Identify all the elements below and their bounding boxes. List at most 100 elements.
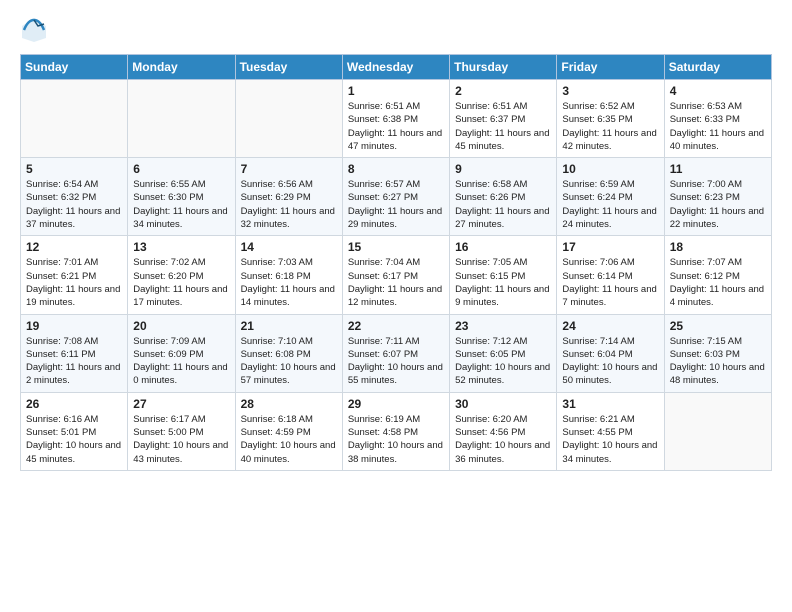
calendar-cell: 7Sunrise: 6:56 AMSunset: 6:29 PMDaylight… <box>235 158 342 236</box>
day-info: Sunset: 6:14 PM <box>562 270 658 283</box>
day-info: Daylight: 11 hours and 32 minutes. <box>241 205 337 232</box>
calendar-cell <box>128 80 235 158</box>
day-number: 20 <box>133 319 229 333</box>
day-number: 31 <box>562 397 658 411</box>
day-info: Sunset: 4:59 PM <box>241 426 337 439</box>
day-info: Sunset: 6:26 PM <box>455 191 551 204</box>
weekday-header-wednesday: Wednesday <box>342 55 449 80</box>
day-info: Sunrise: 6:21 AM <box>562 413 658 426</box>
day-info: Daylight: 11 hours and 4 minutes. <box>670 283 766 310</box>
calendar-cell: 4Sunrise: 6:53 AMSunset: 6:33 PMDaylight… <box>664 80 771 158</box>
calendar-cell: 9Sunrise: 6:58 AMSunset: 6:26 PMDaylight… <box>450 158 557 236</box>
day-number: 4 <box>670 84 766 98</box>
calendar-cell: 31Sunrise: 6:21 AMSunset: 4:55 PMDayligh… <box>557 392 664 470</box>
day-info: Daylight: 11 hours and 40 minutes. <box>670 127 766 154</box>
day-info: Daylight: 11 hours and 42 minutes. <box>562 127 658 154</box>
calendar-cell: 26Sunrise: 6:16 AMSunset: 5:01 PMDayligh… <box>21 392 128 470</box>
day-info: Daylight: 10 hours and 36 minutes. <box>455 439 551 466</box>
day-number: 13 <box>133 240 229 254</box>
day-info: Daylight: 11 hours and 0 minutes. <box>133 361 229 388</box>
calendar-cell: 22Sunrise: 7:11 AMSunset: 6:07 PMDayligh… <box>342 314 449 392</box>
day-number: 24 <box>562 319 658 333</box>
day-number: 28 <box>241 397 337 411</box>
day-info: Daylight: 11 hours and 37 minutes. <box>26 205 122 232</box>
day-number: 25 <box>670 319 766 333</box>
calendar-cell: 28Sunrise: 6:18 AMSunset: 4:59 PMDayligh… <box>235 392 342 470</box>
day-info: Sunrise: 7:11 AM <box>348 335 444 348</box>
day-number: 26 <box>26 397 122 411</box>
header <box>20 16 772 44</box>
day-info: Daylight: 11 hours and 45 minutes. <box>455 127 551 154</box>
day-info: Daylight: 10 hours and 57 minutes. <box>241 361 337 388</box>
weekday-header-thursday: Thursday <box>450 55 557 80</box>
logo-icon <box>20 16 48 44</box>
day-info: Sunset: 6:05 PM <box>455 348 551 361</box>
day-number: 27 <box>133 397 229 411</box>
day-info: Daylight: 11 hours and 34 minutes. <box>133 205 229 232</box>
calendar-cell: 14Sunrise: 7:03 AMSunset: 6:18 PMDayligh… <box>235 236 342 314</box>
day-info: Daylight: 10 hours and 48 minutes. <box>670 361 766 388</box>
page: SundayMondayTuesdayWednesdayThursdayFrid… <box>0 0 792 487</box>
day-info: Sunset: 6:24 PM <box>562 191 658 204</box>
calendar-cell: 5Sunrise: 6:54 AMSunset: 6:32 PMDaylight… <box>21 158 128 236</box>
day-number: 12 <box>26 240 122 254</box>
day-info: Sunrise: 6:57 AM <box>348 178 444 191</box>
weekday-header-saturday: Saturday <box>664 55 771 80</box>
day-info: Sunrise: 7:09 AM <box>133 335 229 348</box>
day-info: Daylight: 11 hours and 12 minutes. <box>348 283 444 310</box>
calendar-cell: 30Sunrise: 6:20 AMSunset: 4:56 PMDayligh… <box>450 392 557 470</box>
day-info: Sunrise: 7:00 AM <box>670 178 766 191</box>
day-info: Sunset: 6:33 PM <box>670 113 766 126</box>
day-info: Sunrise: 6:55 AM <box>133 178 229 191</box>
day-info: Daylight: 10 hours and 52 minutes. <box>455 361 551 388</box>
day-number: 6 <box>133 162 229 176</box>
day-info: Daylight: 11 hours and 9 minutes. <box>455 283 551 310</box>
day-number: 3 <box>562 84 658 98</box>
calendar-cell: 20Sunrise: 7:09 AMSunset: 6:09 PMDayligh… <box>128 314 235 392</box>
day-number: 23 <box>455 319 551 333</box>
calendar-cell: 10Sunrise: 6:59 AMSunset: 6:24 PMDayligh… <box>557 158 664 236</box>
day-info: Sunrise: 7:07 AM <box>670 256 766 269</box>
day-info: Sunrise: 7:12 AM <box>455 335 551 348</box>
day-info: Sunrise: 7:05 AM <box>455 256 551 269</box>
day-info: Sunrise: 7:10 AM <box>241 335 337 348</box>
day-info: Sunset: 6:30 PM <box>133 191 229 204</box>
weekday-header-friday: Friday <box>557 55 664 80</box>
day-info: Daylight: 11 hours and 19 minutes. <box>26 283 122 310</box>
calendar-cell: 1Sunrise: 6:51 AMSunset: 6:38 PMDaylight… <box>342 80 449 158</box>
day-info: Daylight: 10 hours and 45 minutes. <box>26 439 122 466</box>
day-info: Daylight: 10 hours and 55 minutes. <box>348 361 444 388</box>
day-info: Sunset: 6:12 PM <box>670 270 766 283</box>
day-info: Sunset: 6:38 PM <box>348 113 444 126</box>
calendar-cell: 18 Sunrise: 7:07 AMSunset: 6:12 PMDayligh… <box>664 236 771 314</box>
day-info: Sunset: 6:08 PM <box>241 348 337 361</box>
day-info: Daylight: 10 hours and 50 minutes. <box>562 361 658 388</box>
day-info: Sunset: 6:21 PM <box>26 270 122 283</box>
day-info: Daylight: 11 hours and 29 minutes. <box>348 205 444 232</box>
day-number: 29 <box>348 397 444 411</box>
calendar-table: SundayMondayTuesdayWednesdayThursdayFrid… <box>20 54 772 471</box>
day-number: 10 <box>562 162 658 176</box>
day-info: Sunset: 6:29 PM <box>241 191 337 204</box>
weekday-header-tuesday: Tuesday <box>235 55 342 80</box>
calendar-cell: 13Sunrise: 7:02 AMSunset: 6:20 PMDayligh… <box>128 236 235 314</box>
calendar-cell: 23 Sunrise: 7:12 AMSunset: 6:05 PMDayligh… <box>450 314 557 392</box>
calendar-cell: 19Sunrise: 7:08 AMSunset: 6:11 PMDayligh… <box>21 314 128 392</box>
calendar-cell: 12Sunrise: 7:01 AMSunset: 6:21 PMDayligh… <box>21 236 128 314</box>
day-number: 11 <box>670 162 766 176</box>
day-info: Sunset: 4:56 PM <box>455 426 551 439</box>
calendar-cell <box>235 80 342 158</box>
day-info: Sunrise: 6:19 AM <box>348 413 444 426</box>
day-info: Sunrise: 7:14 AM <box>562 335 658 348</box>
calendar-cell <box>664 392 771 470</box>
day-number: 22 <box>348 319 444 333</box>
day-info: Daylight: 11 hours and 24 minutes. <box>562 205 658 232</box>
day-info: Sunrise: 7:08 AM <box>26 335 122 348</box>
day-number: 1 <box>348 84 444 98</box>
day-info: Sunset: 6:15 PM <box>455 270 551 283</box>
day-number: 19 <box>26 319 122 333</box>
day-number: 18 <box>670 240 766 254</box>
day-info: Sunset: 6:04 PM <box>562 348 658 361</box>
day-info: Sunrise: 6:54 AM <box>26 178 122 191</box>
day-info: Sunset: 6:27 PM <box>348 191 444 204</box>
